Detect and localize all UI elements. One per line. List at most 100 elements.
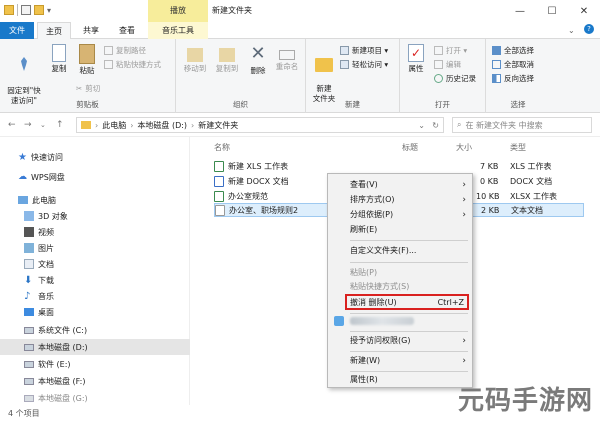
menu-item-group[interactable]: 分组依据(P) › [328, 208, 472, 222]
document-icon [24, 259, 34, 269]
sidebar-item-drive-f[interactable]: 本地磁盘 (F:) [0, 373, 190, 389]
menu-item-label: 排序方式(O) [350, 195, 395, 204]
table-row[interactable]: 新建 XLS 工作表 7 KB XLS 工作表 [214, 159, 584, 173]
blurred-menu-item[interactable] [350, 317, 414, 325]
copy-to-label: 复制到 [215, 64, 239, 73]
copy-folder-icon [219, 48, 235, 62]
address-box[interactable]: › 此电脑 › 本地磁盘 (D:) › 新建文件夹 ⌄ ↻ [76, 117, 444, 133]
sidebar-item-drive-e[interactable]: 软件 (E:) [0, 356, 190, 372]
sidebar-item-this-pc[interactable]: 此电脑 [0, 192, 190, 208]
up-arrow-icon[interactable]: ↑ [56, 120, 64, 130]
search-input[interactable]: ⌕ 在 新建文件夹 中搜索 [452, 117, 592, 133]
sidebar-item-wps-cloud[interactable]: ☁ WPS网盘 [0, 169, 190, 185]
column-header-tag[interactable]: 标题 [402, 142, 418, 153]
tab-music-tools[interactable]: 音乐工具 [148, 22, 208, 39]
menu-separator [350, 313, 468, 314]
delete-button[interactable]: ✕ 删除 [246, 44, 270, 76]
column-header-name[interactable]: 名称 [214, 142, 230, 153]
music-note-icon: ♪ [24, 290, 31, 302]
rename-label: 重命名 [275, 62, 299, 71]
sidebar-item-documents[interactable]: 文档 [0, 256, 190, 272]
check-icon[interactable] [21, 5, 31, 15]
chevron-down-icon[interactable]: ⌄ [568, 26, 575, 35]
clipboard-group: 固定到"快 速访问" 复制 粘贴 复制路径 粘贴快捷方式 ✂ 剪切 剪贴板 [0, 39, 176, 113]
help-icon[interactable]: ? [584, 24, 594, 34]
edit-button[interactable]: 编辑 [434, 59, 461, 70]
copy-path-button[interactable]: 复制路径 [104, 45, 146, 56]
cut-button[interactable]: ✂ 剪切 [76, 83, 100, 94]
rename-button[interactable]: 重命名 [272, 44, 302, 72]
new-group-label: 新建 [345, 100, 360, 109]
menu-item-new[interactable]: 新建(W) › [328, 354, 472, 368]
tab-share[interactable]: 共享 [74, 22, 108, 39]
sidebar-item-label: 下载 [38, 275, 54, 285]
picture-icon [24, 243, 34, 253]
menu-item-properties[interactable]: 属性(R) [328, 373, 472, 387]
menu-item-label: 粘贴快捷方式(S) [350, 282, 410, 291]
folder-new-icon[interactable] [34, 5, 44, 15]
copy-button[interactable]: 复制 [46, 44, 72, 74]
sidebar-item-drive-c[interactable]: 系统文件 (C:) [0, 322, 190, 338]
copy-to-button[interactable]: 复制到 [212, 44, 242, 74]
tab-home[interactable]: 主页 [37, 22, 71, 39]
forward-arrow-icon[interactable]: → [24, 120, 32, 130]
new-folder-button[interactable]: 新建 文件夹 [310, 44, 338, 104]
breadcrumb-this-pc[interactable]: 此电脑 [102, 120, 126, 131]
history-label: 历史记录 [446, 74, 476, 83]
sidebar-item-music[interactable]: ♪ 音乐 [0, 288, 190, 304]
sidebar-item-drive-g[interactable]: 本地磁盘 (G:) [0, 390, 190, 406]
properties-button[interactable]: ✓ 属性 [404, 44, 428, 74]
history-button[interactable]: 历史记录 [434, 73, 476, 84]
file-name: 办公室、职场规则2 [229, 205, 299, 215]
paste-button[interactable]: 粘贴 [74, 44, 100, 76]
open-button[interactable]: 打开 ▾ [434, 45, 467, 56]
properties-label: 属性 [408, 64, 424, 73]
sidebar-item-desktop[interactable]: 桌面 [0, 304, 190, 320]
menu-separator [350, 331, 468, 332]
chevron-down-icon[interactable]: ▾ [47, 6, 51, 15]
new-item-button[interactable]: 新建项目 ▾ [340, 45, 388, 56]
document-file-icon [214, 175, 224, 187]
file-type: XLS 工作表 [510, 161, 552, 171]
easy-access-button[interactable]: 轻松访问 ▾ [340, 59, 388, 70]
sidebar-item-videos[interactable]: 视频 [0, 224, 190, 240]
menu-item-grant-access[interactable]: 授予访问权限(G) › [328, 334, 472, 348]
sidebar-item-3d-objects[interactable]: 3D 对象 [0, 208, 190, 224]
sidebar-item-label: 本地磁盘 (D:) [38, 342, 88, 352]
select-none-button[interactable]: 全部取消 [492, 59, 534, 70]
breadcrumb-drive-d[interactable]: 本地磁盘 (D:) [137, 120, 187, 131]
new-group: 新建 文件夹 新建项目 ▾ 轻松访问 ▾ 新建 [306, 39, 400, 113]
invert-selection-button[interactable]: 反向选择 [492, 73, 534, 84]
app-icon [334, 316, 344, 326]
tab-file[interactable]: 文件 [0, 22, 34, 39]
menu-item-view[interactable]: 查看(V) › [328, 178, 472, 192]
tab-view[interactable]: 查看 [110, 22, 144, 39]
move-to-button[interactable]: 移动到 [180, 44, 210, 74]
chevron-down-icon[interactable]: ⌄ [40, 121, 46, 129]
column-header-type[interactable]: 类型 [510, 142, 526, 153]
menu-separator [350, 262, 468, 263]
minimize-button[interactable]: — [504, 0, 536, 22]
refresh-icon[interactable]: ↻ [432, 121, 439, 130]
back-arrow-icon[interactable]: ← [8, 120, 16, 130]
breadcrumb-new-folder[interactable]: 新建文件夹 [198, 120, 238, 131]
sidebar-item-pictures[interactable]: 图片 [0, 240, 190, 256]
pin-quick-access-button[interactable]: 固定到"快 速访问" [4, 44, 44, 106]
menu-item-customize-folder[interactable]: 自定义文件夹(F)... [328, 244, 472, 258]
sidebar-item-drive-d[interactable]: 本地磁盘 (D:) [0, 339, 190, 355]
select-all-button[interactable]: 全部选择 [492, 45, 534, 56]
chevron-down-icon[interactable]: ⌄ [418, 121, 425, 130]
cloud-icon: ☁ [18, 172, 27, 182]
menu-item-refresh[interactable]: 刷新(E) [328, 223, 472, 237]
sidebar-item-downloads[interactable]: ⬇ 下载 [0, 272, 190, 288]
sidebar-item-quick-access[interactable]: ★ 快速访问 [0, 149, 190, 165]
context-tab-play[interactable]: 播放 [148, 0, 208, 22]
menu-item-sort[interactable]: 排序方式(O) › [328, 193, 472, 207]
maximize-button[interactable]: ☐ [536, 0, 568, 22]
close-button[interactable]: ✕ [568, 0, 600, 22]
column-header-size[interactable]: 大小 [456, 142, 472, 153]
file-name: 办公室规范 [228, 191, 268, 201]
paste-shortcut-button[interactable]: 粘贴快捷方式 [104, 59, 161, 70]
menu-item-label: 分组依据(P) [350, 210, 394, 219]
pin-icon [14, 54, 34, 74]
